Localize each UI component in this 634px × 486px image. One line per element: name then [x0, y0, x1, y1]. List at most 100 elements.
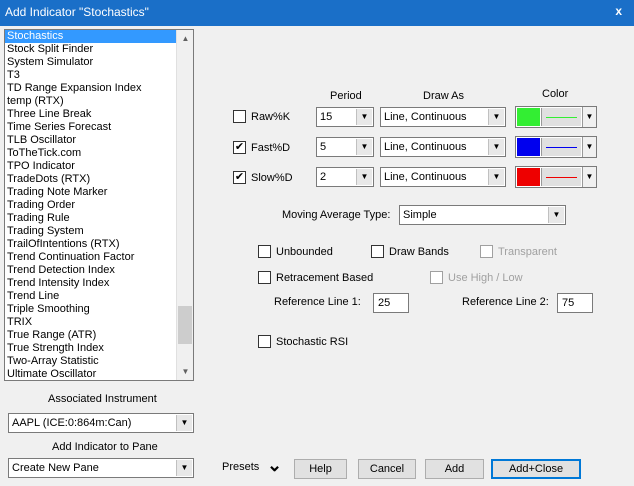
associated-instrument-label: Associated Instrument — [48, 393, 157, 405]
line-checkbox[interactable] — [233, 110, 246, 123]
indicator-listbox[interactable]: Stochastics Stock Split Finder System Simu… — [4, 29, 194, 381]
color-header: Color — [542, 88, 569, 100]
chevron-down-icon: ▼ — [356, 139, 372, 155]
list-item[interactable]: System Simulator — [5, 56, 177, 69]
list-item[interactable]: T3 — [5, 69, 177, 82]
list-item[interactable]: True Strength Index — [5, 342, 177, 355]
line-name: Slow%D — [251, 172, 293, 184]
draw-bands-label: Draw Bands — [389, 246, 449, 258]
cancel-button[interactable]: Cancel — [358, 459, 416, 479]
scroll-down-icon[interactable]: ▼ — [177, 363, 193, 380]
chevron-down-icon: ▼ — [488, 139, 504, 155]
window-title: Add Indicator "Stochastics" — [5, 5, 149, 19]
list-item[interactable]: Trading System — [5, 225, 177, 238]
moving-average-value: Simple — [403, 209, 437, 221]
stochastic-rsi-checkbox[interactable] — [258, 335, 271, 348]
chevron-down-icon: ▼ — [548, 207, 564, 223]
line-preview — [541, 108, 581, 126]
moving-average-label: Moving Average Type: — [282, 209, 391, 221]
draw-as-value: Line, Continuous — [384, 141, 467, 153]
list-item[interactable]: Trend Continuation Factor — [5, 251, 177, 264]
line-name: Fast%D — [251, 142, 291, 154]
color-picker[interactable]: ▼ — [515, 106, 597, 128]
dialog-body: Stochastics Stock Split Finder System Simu… — [0, 26, 634, 486]
draw-as-select[interactable]: Line, Continuous ▼ — [380, 167, 506, 187]
color-picker[interactable]: ▼ — [515, 136, 597, 158]
transparent-label: Transparent — [498, 246, 557, 258]
color-swatch — [517, 168, 540, 186]
list-item[interactable]: Ultimate Oscillator — [5, 368, 177, 380]
line-preview — [541, 168, 581, 186]
list-item[interactable]: Triple Smoothing — [5, 303, 177, 316]
list-item[interactable]: Three Line Break — [5, 108, 177, 121]
scroll-thumb[interactable] — [178, 306, 192, 344]
list-item[interactable]: TrailOfIntentions (RTX) — [5, 238, 177, 251]
list-item[interactable]: TRIX — [5, 316, 177, 329]
color-swatch — [517, 108, 540, 126]
list-item[interactable]: temp (RTX) — [5, 95, 177, 108]
associated-instrument-value: AAPL (ICE:0:864m:Can) — [12, 417, 132, 429]
period-value: 2 — [320, 171, 327, 183]
add-button[interactable]: Add — [425, 459, 484, 479]
presets-label[interactable]: Presets — [222, 461, 259, 473]
unbounded-label: Unbounded — [276, 246, 333, 258]
list-scrollbar[interactable]: ▲ ▼ — [176, 30, 193, 380]
list-item[interactable]: TPO Indicator — [5, 160, 177, 173]
list-item[interactable]: Trend Line — [5, 290, 177, 303]
add-to-pane-select[interactable]: Create New Pane ▼ — [8, 458, 194, 478]
list-item[interactable]: TLB Oscillator — [5, 134, 177, 147]
period-select[interactable]: 2 ▼ — [316, 167, 374, 187]
list-item[interactable]: Two-Array Statistic — [5, 355, 177, 368]
line-preview — [541, 138, 581, 156]
chevron-down-icon: ▼ — [582, 167, 596, 187]
color-picker[interactable]: ▼ — [515, 166, 597, 188]
indicator-list: Stochastics Stock Split Finder System Simu… — [5, 30, 177, 380]
list-item[interactable]: Trend Detection Index — [5, 264, 177, 277]
close-icon[interactable]: x — [615, 4, 622, 18]
chevron-down-icon: ▼ — [356, 169, 372, 185]
list-item[interactable]: Trading Note Marker — [5, 186, 177, 199]
list-item[interactable]: Trend Intensity Index — [5, 277, 177, 290]
stochastic-rsi-label: Stochastic RSI — [276, 336, 349, 348]
draw-as-value: Line, Continuous — [384, 111, 467, 123]
list-item[interactable]: Time Series Forecast — [5, 121, 177, 134]
retracement-based-checkbox[interactable] — [258, 271, 271, 284]
moving-average-select[interactable]: Simple ▼ — [399, 205, 566, 225]
list-item[interactable]: ToTheTick.com — [5, 147, 177, 160]
draw-as-value: Line, Continuous — [384, 171, 467, 183]
chevron-down-icon[interactable]: ⌄ — [267, 455, 282, 476]
draw-bands-checkbox[interactable] — [371, 245, 384, 258]
line-checkbox[interactable]: ✔ — [233, 141, 246, 154]
unbounded-checkbox[interactable] — [258, 245, 271, 258]
list-item[interactable]: TD Range Expansion Index — [5, 82, 177, 95]
draw-as-select[interactable]: Line, Continuous ▼ — [380, 137, 506, 157]
period-select[interactable]: 15 ▼ — [316, 107, 374, 127]
transparent-checkbox[interactable] — [480, 245, 493, 258]
reference-line-1-label: Reference Line 1: — [274, 296, 361, 308]
period-value: 5 — [320, 141, 327, 153]
list-item[interactable]: Stochastics — [5, 30, 177, 43]
chevron-down-icon: ▼ — [488, 169, 504, 185]
use-high-low-checkbox[interactable] — [430, 271, 443, 284]
list-item[interactable]: Trading Rule — [5, 212, 177, 225]
add-close-button[interactable]: Add+Close — [491, 459, 581, 479]
associated-instrument-select[interactable]: AAPL (ICE:0:864m:Can) ▼ — [8, 413, 194, 433]
list-item[interactable]: Stock Split Finder — [5, 43, 177, 56]
reference-line-1-input[interactable]: 25 — [373, 293, 409, 313]
line-checkbox[interactable]: ✔ — [233, 171, 246, 184]
list-item[interactable]: True Range (ATR) — [5, 329, 177, 342]
list-item[interactable]: TradeDots (RTX) — [5, 173, 177, 186]
chevron-down-icon: ▼ — [176, 415, 192, 431]
period-header: Period — [330, 90, 362, 102]
help-button[interactable]: Help — [294, 459, 347, 479]
reference-line-2-input[interactable]: 75 — [557, 293, 593, 313]
title-bar: Add Indicator "Stochastics" x — [0, 0, 634, 26]
period-select[interactable]: 5 ▼ — [316, 137, 374, 157]
line-sample — [546, 147, 577, 148]
line-name: Raw%K — [251, 111, 291, 123]
chevron-down-icon: ▼ — [582, 137, 596, 157]
draw-as-header: Draw As — [423, 90, 464, 102]
draw-as-select[interactable]: Line, Continuous ▼ — [380, 107, 506, 127]
list-item[interactable]: Trading Order — [5, 199, 177, 212]
scroll-up-icon[interactable]: ▲ — [177, 30, 193, 47]
